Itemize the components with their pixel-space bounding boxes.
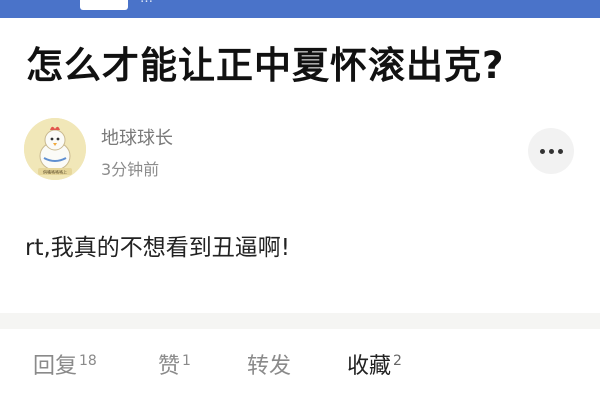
share-button[interactable]: 转发 (247, 348, 291, 380)
top-bar-text: … (140, 0, 153, 6)
more-horizontal-icon-dot (539, 148, 545, 154)
like-label: 赞 (158, 354, 181, 379)
post-page: … 怎么才能让正中夏怀滚出克? 俏嘴咯咯咯上 地球球长 3分钟前 rt,我真的不… (0, 0, 600, 400)
favorite-label: 收藏 (347, 354, 392, 379)
action-bar: 回复 18 赞1 转发 收藏 2 (0, 340, 600, 390)
top-app-bar: … (0, 0, 600, 18)
like-count: 1 (182, 352, 191, 369)
favorite-button[interactable]: 收藏 2 (347, 348, 402, 380)
reply-button[interactable]: 回复 18 (33, 348, 97, 380)
more-options-button[interactable] (528, 128, 574, 174)
post-title: 怎么才能让正中夏怀滚出克? (26, 44, 505, 87)
more-horizontal-icon-dot (557, 148, 563, 154)
avatar[interactable]: 俏嘴咯咯咯上 (24, 118, 86, 180)
reply-label: 回复 (33, 354, 78, 379)
reply-count: 18 (79, 352, 97, 369)
post-body: rt,我真的不想看到丑逼啊! (25, 235, 291, 261)
share-label: 转发 (247, 354, 292, 379)
section-divider (0, 313, 600, 329)
avatar-caption: 俏嘴咯咯咯上 (43, 169, 67, 175)
post-time: 3分钟前 (101, 160, 160, 179)
avatar-chicken-image: 俏嘴咯咯咯上 (24, 118, 86, 180)
favorite-count: 2 (393, 352, 402, 369)
like-button[interactable]: 赞1 (158, 348, 191, 380)
more-horizontal-icon-dot (548, 148, 554, 154)
top-tab[interactable] (80, 0, 128, 10)
author-name[interactable]: 地球球长 (101, 124, 173, 150)
